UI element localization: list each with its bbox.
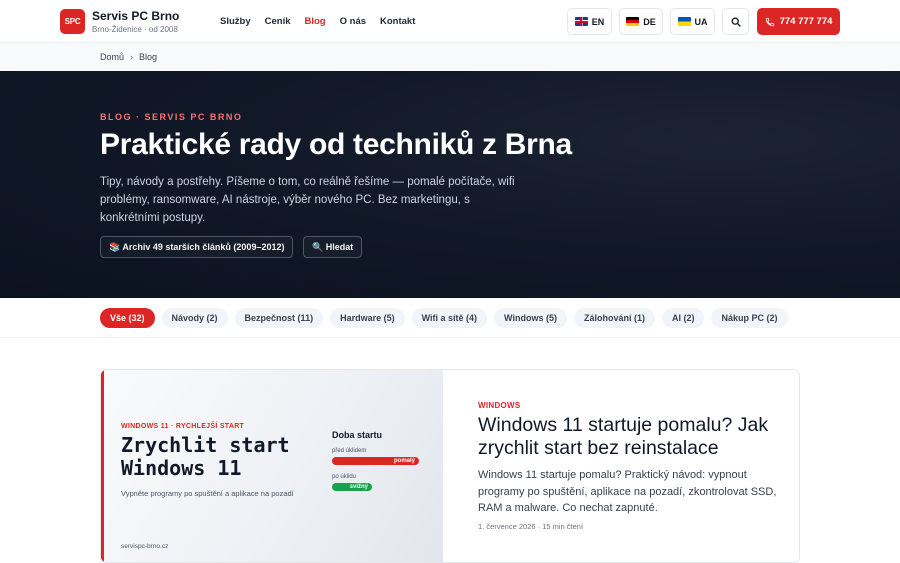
- breadcrumb: Domů › Blog: [0, 42, 900, 71]
- article-meta: 1. července 2026 · 15 min čtení: [478, 522, 584, 531]
- site-header: SPC Servis PC Brno Brno-Židenice · od 20…: [0, 0, 900, 42]
- filter-chip-navody[interactable]: Návody (2): [161, 308, 228, 328]
- nav-item-o-nas[interactable]: O nás: [340, 16, 366, 27]
- lang-button-de[interactable]: DE: [619, 8, 663, 35]
- thumbnail-title: Zrychlit start Windows 11: [121, 433, 290, 480]
- article-title[interactable]: Windows 11 startuje pomalu? Jak zrychlit…: [478, 414, 788, 460]
- filter-chip-bezpecnost[interactable]: Bezpečnost (11): [234, 308, 324, 328]
- before-value: pomalý: [393, 458, 415, 464]
- logo-badge[interactable]: SPC: [60, 9, 85, 34]
- featured-article-card[interactable]: WINDOWS 11 · RYCHLEJŠÍ START Zrychlit st…: [100, 369, 800, 563]
- article-category[interactable]: WINDOWS: [478, 401, 521, 410]
- phone-button[interactable]: 774 777 774: [757, 8, 840, 35]
- before-label: před úklidem: [332, 448, 367, 454]
- category-filter-bar: Vše (32) Návody (2) Bezpečnost (11) Hard…: [0, 298, 900, 338]
- thumbnail-subtitle: Vypněte programy po spuštění a aplikace …: [121, 489, 294, 498]
- boot-time-chart-title: Doba startu: [332, 430, 383, 440]
- thumbnail-eyebrow: WINDOWS 11 · RYCHLEJŠÍ START: [121, 423, 245, 430]
- nav-item-cenik[interactable]: Ceník: [265, 16, 291, 27]
- filter-chip-ai[interactable]: AI (2): [661, 308, 705, 328]
- phone-number: 774 777 774: [779, 16, 833, 27]
- article-body: WINDOWS Windows 11 startuje pomalu? Jak …: [443, 370, 799, 562]
- flag-ua-icon: [677, 17, 691, 26]
- hero-section: BLOG · SERVIS PC BRNO Praktické rady od …: [0, 71, 900, 298]
- page-title: Praktické rady od techniků z Brna: [100, 128, 572, 161]
- nav-item-blog[interactable]: Blog: [305, 16, 326, 27]
- filter-chip-wifi[interactable]: Wifi a sítě (4): [411, 308, 488, 328]
- filter-chip-hardware[interactable]: Hardware (5): [330, 308, 405, 328]
- lang-code: UA: [694, 16, 708, 27]
- hero-search-button[interactable]: 🔍 Hledat: [303, 236, 363, 258]
- article-thumbnail[interactable]: WINDOWS 11 · RYCHLEJŠÍ START Zrychlit st…: [101, 370, 443, 562]
- nav-item-sluzby[interactable]: Služby: [220, 16, 251, 27]
- lang-button-en[interactable]: EN: [567, 8, 612, 35]
- brand-name[interactable]: Servis PC Brno: [92, 9, 179, 23]
- lang-code: EN: [591, 16, 605, 27]
- article-excerpt: Windows 11 startuje pomalu? Praktický ná…: [478, 469, 777, 514]
- search-button[interactable]: [722, 8, 749, 35]
- before-bar: pomalý: [332, 457, 419, 465]
- brand-subtitle: Brno-Židenice · od 2008: [92, 25, 178, 34]
- filter-chip-all[interactable]: Vše (32): [100, 308, 155, 328]
- breadcrumb-home[interactable]: Domů: [100, 52, 124, 62]
- nav-item-kontakt[interactable]: Kontakt: [380, 16, 415, 27]
- archive-button[interactable]: 📚 Archiv 49 starších článků (2009–2012): [100, 236, 294, 258]
- after-label: po úklidu: [332, 474, 357, 480]
- thumbnail-url: servispc-brno.cz: [121, 543, 169, 550]
- hero-eyebrow: BLOG · SERVIS PC BRNO: [100, 112, 243, 122]
- chevron-right-icon: ›: [130, 52, 134, 62]
- lang-code: DE: [643, 16, 656, 27]
- hero-description: Tipy, návody a postřehy. Píšeme o tom, c…: [100, 176, 515, 224]
- flag-uk-icon: [574, 17, 588, 26]
- filter-chip-nakup-pc[interactable]: Nákup PC (2): [711, 308, 788, 328]
- phone-icon: [765, 17, 774, 26]
- search-icon: [731, 17, 741, 27]
- filter-chip-zalohovani[interactable]: Zálohování (1): [573, 308, 655, 328]
- flag-de-icon: [626, 17, 640, 26]
- filter-chip-windows[interactable]: Windows (5): [494, 308, 567, 328]
- after-value: svižný: [349, 484, 368, 490]
- main-nav: Služby Ceník Blog O nás Kontakt: [220, 16, 415, 27]
- lang-button-ua[interactable]: UA: [670, 8, 715, 35]
- breadcrumb-current: Blog: [139, 52, 158, 62]
- after-bar: svižný: [332, 483, 372, 491]
